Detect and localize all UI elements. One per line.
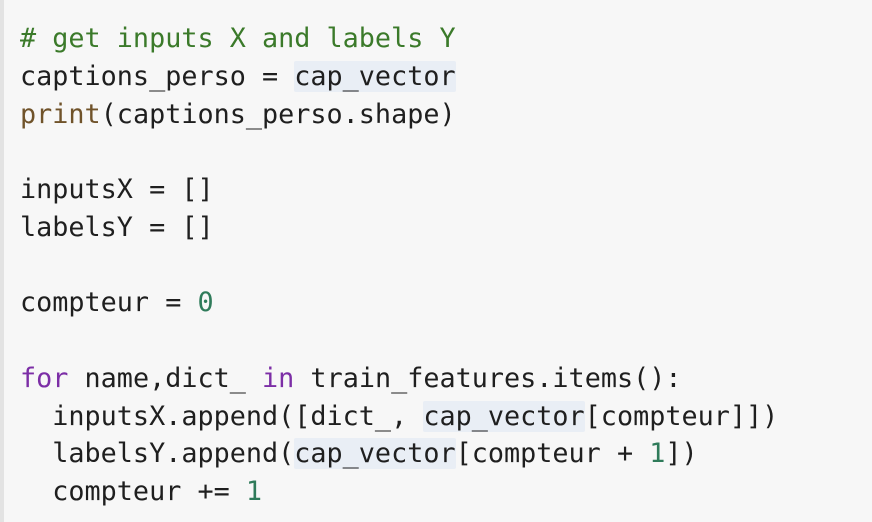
code-token-number: 0 [197,287,214,319]
code-token-plain: (captions_perso.shape) [100,98,456,130]
code-token-plain: train_features.items(): [294,362,682,394]
code-token-plain: name,dict_ [68,362,263,394]
code-token-plain: labelsY = [] [20,211,214,243]
code-token-plain: captions_perso = [20,60,295,92]
code-line: labelsY.append(cap_vector[compteur + 1]) [20,435,778,473]
code-token-hl: cap_vector [294,60,456,92]
code-token-plain: ]) [665,438,698,470]
code-editor[interactable]: # get inputs X and labels Y captions_pers… [20,20,778,511]
code-token-hl: cap_vector [294,438,456,470]
code-token-builtin: print [20,98,101,130]
code-line: for name,dict_ in train_features.items()… [20,360,778,398]
code-token-plain: inputsX.append([dict_, [20,400,424,432]
code-line: labelsY = [] [20,209,778,247]
code-token-plain: compteur = [20,287,198,319]
code-line: compteur += 1 [20,473,778,511]
code-token-plain: inputsX = [] [20,174,214,205]
code-cell[interactable]: # get inputs X and labels Y captions_pers… [0,0,872,522]
code-token-hl: cap_vector [423,400,585,432]
code-line: compteur = 0 [20,284,778,322]
code-line: print(captions_perso.shape) [20,96,778,134]
code-line: # get inputs X and labels Y [20,20,778,58]
code-token-number: 1 [245,476,263,507]
code-token-number: 1 [649,438,666,470]
code-line: captions_perso = cap_vector [20,58,778,96]
code-token-plain: compteur += [20,476,246,507]
code-token-keyword: for [20,362,69,394]
code-token-comment: # get inputs X and labels Y [20,23,456,54]
code-token-keyword: in [262,362,295,394]
code-token-plain: labelsY.append( [20,438,295,470]
code-token-plain: [compteur]]) [584,400,779,432]
code-line: inputsX.append([dict_, cap_vector[compte… [20,398,778,436]
code-line: inputsX = [] [20,171,778,209]
code-token-plain: [compteur + [455,438,650,470]
